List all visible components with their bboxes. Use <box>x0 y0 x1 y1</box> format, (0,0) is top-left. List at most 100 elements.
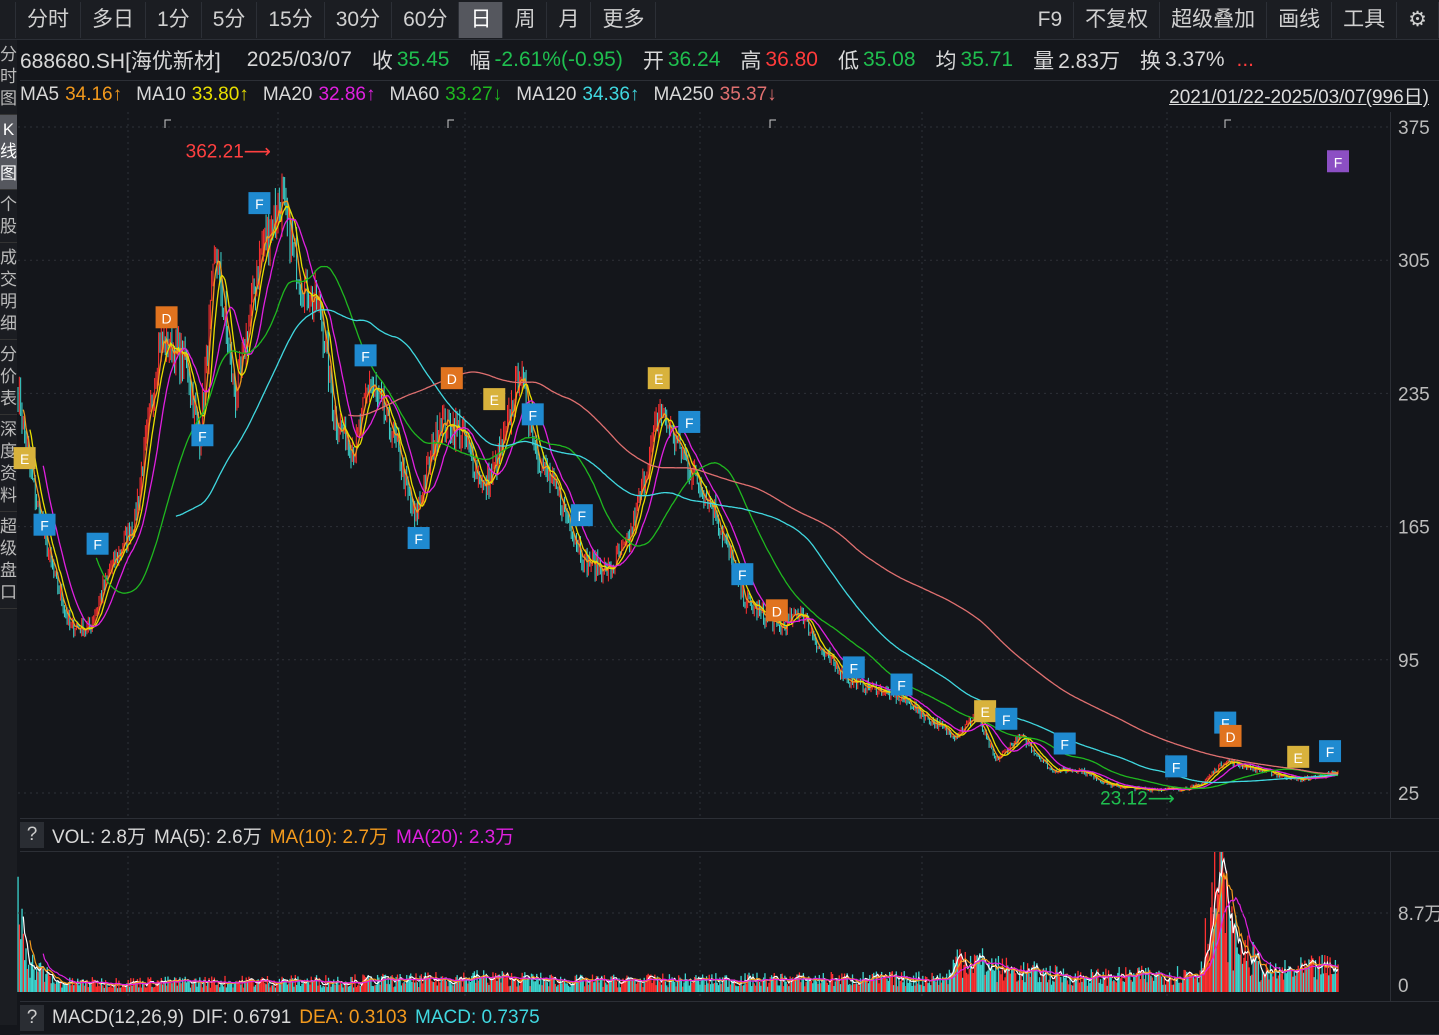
event-marker-letter: F <box>1172 759 1181 775</box>
volume-bar <box>692 982 694 992</box>
volume-bar <box>1166 979 1168 992</box>
volume-bar <box>205 985 208 992</box>
volume-bar <box>830 972 832 992</box>
volume-bar <box>1050 984 1053 992</box>
volume-bar <box>854 983 856 992</box>
volume-bar <box>1034 969 1037 992</box>
volume-bar <box>321 987 323 992</box>
volume-bar <box>855 983 858 992</box>
volume-bar <box>122 986 124 992</box>
volume-bar <box>349 985 351 992</box>
volume-bar <box>857 984 859 992</box>
volume-bar <box>215 985 217 992</box>
volume-bar <box>1318 956 1321 992</box>
volume-bar <box>1285 973 1287 992</box>
volume-bar <box>431 981 433 992</box>
volume-bar <box>1053 981 1055 992</box>
volume-bar <box>265 984 267 992</box>
volume-bar <box>372 986 375 992</box>
volume-bar <box>516 986 518 992</box>
volume-bar <box>557 984 559 992</box>
volume-bar <box>492 972 494 992</box>
volume-bar <box>801 978 803 992</box>
volume-bar <box>731 982 733 992</box>
volume-bar <box>729 984 732 992</box>
volume-bar <box>821 981 823 992</box>
volume-bar <box>575 974 578 992</box>
volume-bar <box>709 984 712 992</box>
kline-chart[interactable]: 3753052351659525362.21⟶23.12⟶EFFDFFFFDEF… <box>0 0 1439 1025</box>
volume-bar <box>232 987 234 992</box>
volume-bar <box>948 969 950 992</box>
volume-bar <box>500 982 502 992</box>
volume-bar <box>1061 982 1063 992</box>
volume-bar <box>1085 977 1087 992</box>
volume-bar <box>1098 982 1100 992</box>
volume-bar <box>412 979 415 992</box>
volume-bar <box>1229 920 1232 992</box>
volume-bar <box>820 983 822 992</box>
volume-bar <box>870 979 872 992</box>
volume-bar <box>280 984 282 992</box>
macd-value: MACD: 0.7375 <box>415 1007 540 1028</box>
volume-bar <box>987 970 989 992</box>
volume-bar <box>973 954 976 992</box>
volume-bar <box>932 976 935 992</box>
volume-bar <box>635 983 637 992</box>
volume-bar <box>1114 981 1116 992</box>
volume-bar <box>834 981 836 992</box>
volume-bar <box>733 981 736 992</box>
volume-bar <box>1109 974 1111 992</box>
volume-bar <box>871 973 874 992</box>
volume-bar <box>593 982 595 992</box>
volume-bar <box>829 981 831 992</box>
volume-bar <box>22 933 25 992</box>
volume-bar <box>24 960 26 992</box>
volume-bar <box>269 987 271 992</box>
volume-bar <box>1286 969 1289 992</box>
volume-bar <box>322 985 324 992</box>
volume-bar <box>984 974 986 992</box>
volume-bar <box>965 972 968 992</box>
event-marker-letter: F <box>414 531 423 547</box>
volume-bar <box>382 973 384 992</box>
volume-bar <box>682 986 684 992</box>
volume-bar <box>1033 961 1035 992</box>
volume-bar <box>517 981 519 992</box>
volume-bar <box>1056 966 1058 992</box>
volume-bar <box>518 985 521 992</box>
volume-bar <box>480 976 482 992</box>
volume-bar <box>831 973 834 992</box>
volume-bar <box>1322 973 1325 992</box>
volume-bar <box>823 979 826 992</box>
volume-bar <box>841 973 843 992</box>
volume-bar <box>1261 970 1264 992</box>
volume-bar <box>1267 969 1269 992</box>
volume-bar <box>1081 981 1083 992</box>
volume-bar <box>701 974 704 992</box>
volume-bar <box>29 977 31 992</box>
volume-bar <box>1244 940 1246 992</box>
volume-bar <box>765 980 767 992</box>
volume-bar <box>770 975 773 992</box>
help-icon[interactable]: ? <box>20 1005 44 1031</box>
help-icon[interactable]: ? <box>20 822 44 848</box>
volume-bar <box>614 980 616 992</box>
volume-bar <box>418 987 420 992</box>
volume-bar <box>1251 974 1253 992</box>
volume-bar <box>493 979 495 992</box>
volume-bar <box>33 969 35 992</box>
volume-bar <box>703 978 705 992</box>
volume-bar <box>981 948 984 992</box>
volume-bar <box>1003 980 1005 992</box>
volume-bar <box>169 982 172 992</box>
volume-bar <box>91 977 93 992</box>
volume-bar <box>1009 973 1012 992</box>
volume-bar <box>781 973 783 992</box>
volume-bar <box>927 983 929 992</box>
volume-bar <box>1313 977 1315 992</box>
volume-bar <box>1192 975 1195 992</box>
volume-bar <box>827 984 830 992</box>
volume-bar <box>127 979 129 992</box>
volume-bar <box>1164 984 1167 992</box>
